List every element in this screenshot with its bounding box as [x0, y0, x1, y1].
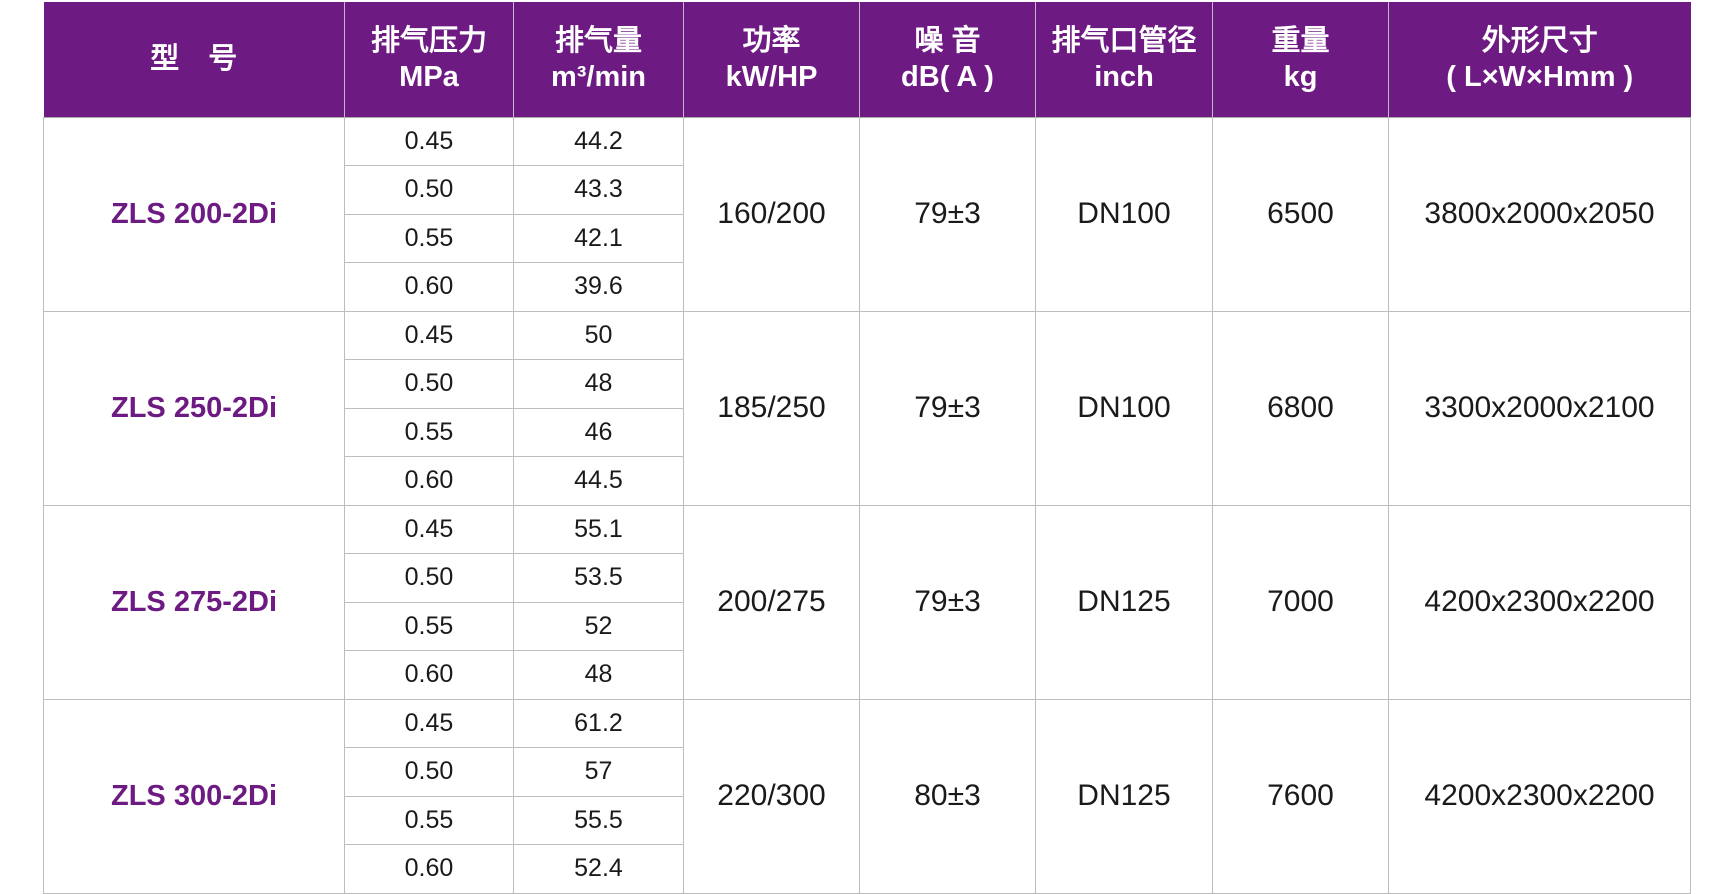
header-noise: 噪 音 dB( A )	[859, 2, 1036, 117]
table-row: ZLS 250-2Di 0.45 50 185/250 79±3 DN100 6…	[43, 310, 1691, 506]
outlet-cell: DN100	[1035, 310, 1213, 506]
pressure-cell: 0.45	[344, 310, 514, 360]
pressure-cell: 0.55	[344, 601, 514, 651]
pressure-cell: 0.45	[344, 116, 514, 166]
noise-cell: 79±3	[859, 116, 1036, 312]
noise-cell: 79±3	[859, 504, 1036, 700]
header-unit: inch	[1094, 61, 1154, 94]
power-cell: 160/200	[683, 116, 860, 312]
flow-cell: 53.5	[513, 553, 684, 603]
flow-cell: 44.5	[513, 456, 684, 506]
header-flow: 排气量 m³/min	[513, 2, 684, 117]
header-unit: ( L×W×Hmm )	[1446, 61, 1634, 94]
pressure-cell: 0.50	[344, 553, 514, 603]
weight-cell: 6800	[1212, 310, 1389, 506]
weight-cell: 6500	[1212, 116, 1389, 312]
header-label: 噪 音	[914, 25, 981, 58]
table-row: ZLS 275-2Di 0.45 55.1 200/275 79±3 DN125…	[43, 504, 1691, 700]
power-cell: 200/275	[683, 504, 860, 700]
noise-cell: 80±3	[859, 698, 1036, 894]
outlet-cell: DN100	[1035, 116, 1213, 312]
outlet-cell: DN125	[1035, 504, 1213, 700]
weight-cell: 7600	[1212, 698, 1389, 894]
pressure-cell: 0.55	[344, 407, 514, 457]
compressor-spec-table: 型 号 排气压力 MPa 排气量 m³/min 功率 kW/HP 噪 音 dB( A )…	[43, 2, 1691, 894]
outlet-cell: DN125	[1035, 698, 1213, 894]
power-cell: 220/300	[683, 698, 860, 894]
header-label: 型 号	[150, 43, 238, 76]
table-header: 型 号 排气压力 MPa 排气量 m³/min 功率 kW/HP 噪 音 dB( A )…	[43, 2, 1691, 117]
flow-cell: 46	[513, 407, 684, 457]
flow-cell: 43.3	[513, 165, 684, 215]
flow-cell: 55.1	[513, 504, 684, 554]
flow-cell: 61.2	[513, 698, 684, 748]
flow-cell: 48	[513, 359, 684, 409]
header-power: 功率 kW/HP	[683, 2, 860, 117]
pressure-cell: 0.60	[344, 844, 514, 894]
header-dimensions: 外形尺寸( L×W×Hmm )	[1388, 2, 1691, 117]
pressure-cell: 0.60	[344, 650, 514, 700]
header-weight: 重量 kg	[1212, 2, 1389, 117]
flow-cell: 52	[513, 601, 684, 651]
dimensions-cell: 3800x2000x2050	[1388, 116, 1691, 312]
pressure-cell: 0.60	[344, 456, 514, 506]
flow-cell: 42.1	[513, 213, 684, 263]
flow-cell: 39.6	[513, 262, 684, 312]
header-label: 排气量	[554, 25, 642, 58]
flow-cell: 55.5	[513, 795, 684, 845]
header-label: 功率	[742, 25, 801, 58]
dimensions-cell: 4200x2300x2200	[1388, 698, 1691, 894]
power-cell: 185/250	[683, 310, 860, 506]
pressure-cell: 0.50	[344, 359, 514, 409]
flow-cell: 52.4	[513, 844, 684, 894]
pressure-cell: 0.60	[344, 262, 514, 312]
table-row: ZLS 300-2Di 0.45 61.2 220/300 80±3 DN125…	[43, 698, 1691, 894]
header-model: 型 号	[43, 2, 345, 117]
pressure-cell: 0.45	[344, 504, 514, 554]
header-unit: MPa	[399, 61, 459, 94]
model-cell: ZLS 250-2Di	[43, 310, 345, 506]
flow-cell: 57	[513, 747, 684, 797]
header-label: 重量	[1271, 25, 1330, 58]
flow-cell: 48	[513, 650, 684, 700]
header-unit: dB( A )	[901, 61, 994, 94]
header-label: 外形尺寸	[1481, 25, 1598, 58]
header-row: 型 号 排气压力 MPa 排气量 m³/min 功率 kW/HP 噪 音 dB( A )…	[43, 2, 1691, 117]
dimensions-cell: 4200x2300x2200	[1388, 504, 1691, 700]
header-outlet: 排气口管径 inch	[1035, 2, 1213, 117]
pressure-cell: 0.50	[344, 165, 514, 215]
pressure-cell: 0.50	[344, 747, 514, 797]
weight-cell: 7000	[1212, 504, 1389, 700]
table-row: ZLS 200-2Di 0.45 44.2 160/200 79±3 DN100…	[43, 116, 1691, 312]
pressure-cell: 0.55	[344, 213, 514, 263]
header-unit: m³/min	[550, 61, 647, 94]
flow-cell: 50	[513, 310, 684, 360]
noise-cell: 79±3	[859, 310, 1036, 506]
header-unit: kW/HP	[725, 61, 818, 94]
pressure-cell: 0.55	[344, 795, 514, 845]
pressure-cell: 0.45	[344, 698, 514, 748]
model-cell: ZLS 275-2Di	[43, 504, 345, 700]
table-body: ZLS 200-2Di 0.45 44.2 160/200 79±3 DN100…	[43, 116, 1691, 894]
header-label: 排气压力	[370, 25, 487, 58]
model-cell: ZLS 200-2Di	[43, 116, 345, 312]
dimensions-cell: 3300x2000x2100	[1388, 310, 1691, 506]
model-cell: ZLS 300-2Di	[43, 698, 345, 894]
header-unit: kg	[1283, 61, 1318, 94]
flow-cell: 44.2	[513, 116, 684, 166]
header-label: 排气口管径	[1051, 25, 1197, 58]
header-pressure: 排气压力 MPa	[344, 2, 514, 117]
spec-table-container: 型 号 排气压力 MPa 排气量 m³/min 功率 kW/HP 噪 音 dB( A )…	[43, 2, 1691, 894]
